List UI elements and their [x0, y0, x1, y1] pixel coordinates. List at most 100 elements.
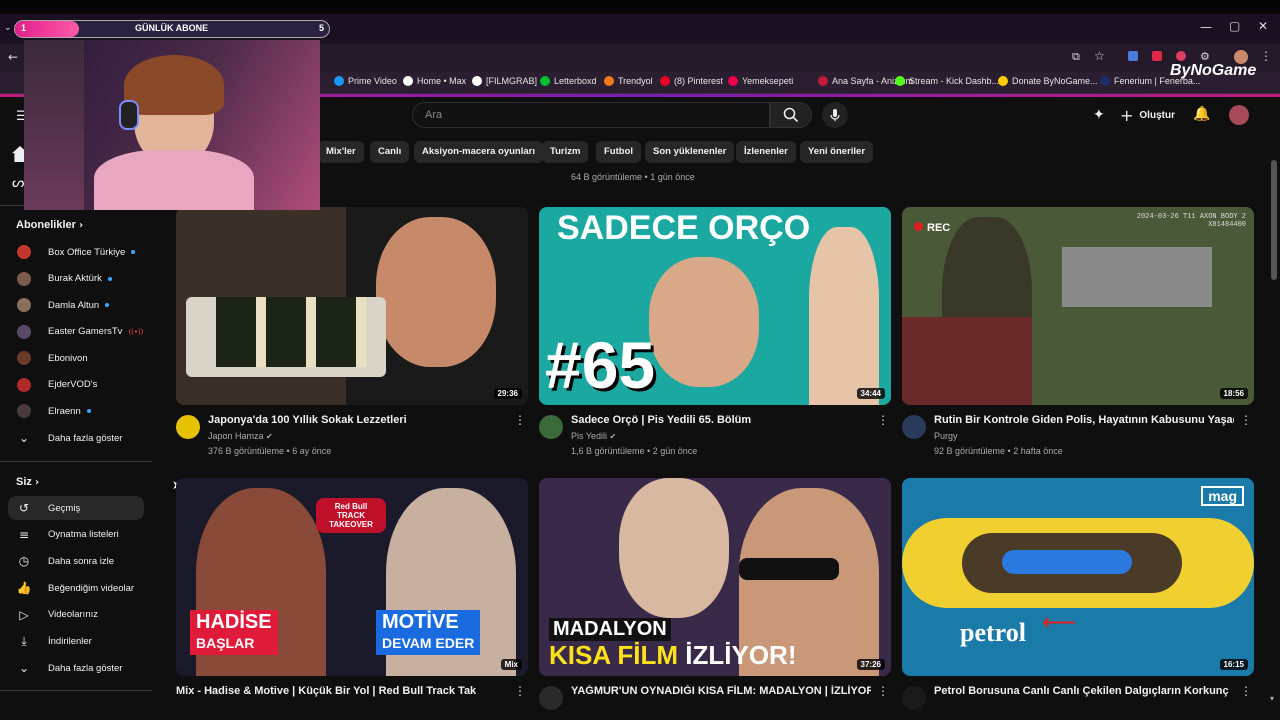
subscriptions-header[interactable]: Abonelikler ›	[16, 219, 83, 231]
video-card[interactable]: MADALYON KISA FİLM İZLİYOR! 37:26 YAĞMUR'UN…	[539, 478, 891, 720]
channel-avatar[interactable]	[176, 415, 200, 439]
subscription-item[interactable]: EjderVOD's	[8, 373, 144, 397]
subscription-item[interactable]: Burak Aktürk	[8, 267, 144, 291]
filter-chip[interactable]: İzlenenler	[736, 141, 796, 163]
channel-avatar[interactable]	[539, 415, 563, 439]
bookmark-item[interactable]: Prime Video	[334, 76, 397, 86]
search-input[interactable]: Ara	[412, 102, 770, 128]
you-item[interactable]: ▷ Videolarınız	[8, 603, 144, 627]
video-card[interactable]: SADECE ORÇO #65 34:44 Sadece Orçö | Pis Yed…	[539, 207, 891, 457]
notifications-bell-icon[interactable]: 🔔	[1193, 106, 1210, 122]
video-title[interactable]: Petrol Borusuna Canlı Canlı Çekilen Dalg…	[934, 685, 1234, 697]
bookmark-item[interactable]: Trendyol	[604, 76, 653, 86]
video-card[interactable]: REC 2024-03-26 T11 AXON BODY 2 X81484400 1…	[902, 207, 1254, 457]
filter-chip[interactable]: Aksiyon-macera oyunları	[414, 141, 543, 163]
rec-indicator: REC	[914, 222, 950, 234]
video-thumbnail[interactable]: 29:36	[176, 207, 528, 405]
clock-icon: ◷	[18, 554, 30, 569]
video-channel[interactable]: Purgy	[934, 431, 958, 441]
filter-chip[interactable]: Yeni öneriler	[800, 141, 874, 163]
bookmark-item[interactable]: Yemeksepeti	[728, 76, 793, 86]
video-channel[interactable]: Japon Hamza ✔	[208, 431, 273, 441]
subscriptions-show-more[interactable]: ⌄ Daha fazla göster	[8, 426, 144, 450]
you-item[interactable]: ⤓ İndirilenler	[8, 630, 144, 654]
plus-icon: +	[1120, 105, 1134, 125]
bookmark-favicon-icon	[818, 76, 828, 86]
video-thumbnail[interactable]: REC 2024-03-26 T11 AXON BODY 2 X81484400 1…	[902, 207, 1254, 405]
shorts-icon[interactable]: ᔕ	[12, 175, 24, 191]
video-title[interactable]: Rutin Bir Kontrole Giden Polis, Hayatını…	[934, 414, 1234, 426]
channel-avatar	[17, 351, 31, 365]
channel-avatar[interactable]	[539, 686, 563, 710]
video-card[interactable]: 29:36 Japonya'da 100 Yıllık Sokak Lezzetl…	[176, 207, 528, 457]
filter-chip[interactable]: Turizm	[542, 141, 589, 163]
minimize-icon[interactable]: —	[1200, 20, 1212, 34]
subscription-item[interactable]: Box Office Türkiye	[8, 240, 144, 264]
video-menu-icon[interactable]: ⋮	[514, 413, 526, 427]
you-item[interactable]: ◷ Daha sonra izle	[8, 549, 144, 573]
star-icon[interactable]: ☆	[1094, 49, 1105, 63]
bookmark-item[interactable]: Donate ByNoGame...	[998, 76, 1098, 86]
channel-avatar[interactable]	[902, 415, 926, 439]
video-title[interactable]: Japonya'da 100 Yıllık Sokak Lezzetleri	[208, 414, 508, 426]
page-scrollbar-thumb[interactable]	[1271, 160, 1277, 280]
cast-icon[interactable]: ✦	[1093, 107, 1105, 123]
video-menu-icon[interactable]: ⋮	[1240, 413, 1252, 427]
video-card[interactable]: mag petrol ⟵ 16:15 Petrol Borusuna Canlı Can…	[902, 478, 1254, 720]
bookmark-item[interactable]: (8) Pinterest	[660, 76, 723, 86]
extension-red-icon[interactable]	[1152, 51, 1162, 61]
subscription-item[interactable]: Ebonivon	[8, 346, 144, 370]
back-icon[interactable]: ←	[8, 50, 18, 64]
bookmark-label: Letterboxd	[554, 76, 597, 86]
extension-pink-icon[interactable]	[1176, 51, 1186, 61]
channel-avatar[interactable]	[902, 686, 926, 710]
video-title[interactable]: YAĞMUR'UN OYNADIĞI KISA FİLM: MADALYON |…	[571, 685, 871, 697]
subscription-item[interactable]: Elraenn	[8, 399, 144, 423]
create-button[interactable]: + Oluştur	[1120, 105, 1175, 125]
subscription-item[interactable]: Easter GamersTv ((•))	[8, 320, 144, 344]
video-thumbnail[interactable]: Red Bull TRACK TAKEOVER HADİSE BAŞLAR MOTİV…	[176, 478, 528, 676]
install-icon[interactable]: ⧉	[1072, 50, 1080, 64]
bookmark-item[interactable]: [FILMGRAB]	[472, 76, 537, 86]
bookmark-item[interactable]: Home • Max	[403, 76, 466, 86]
video-channel[interactable]: Pis Yedili ✔	[571, 431, 616, 441]
browser-menu-icon[interactable]: ⋮	[1260, 49, 1272, 63]
user-avatar[interactable]	[1229, 105, 1249, 125]
extension-translate-icon[interactable]	[1128, 51, 1138, 61]
bookmark-favicon-icon	[998, 76, 1008, 86]
you-show-more[interactable]: ⌄ Daha fazla göster	[8, 656, 144, 680]
maximize-icon[interactable]: ▢	[1229, 19, 1240, 33]
bookmark-label: Yemeksepeti	[742, 76, 794, 86]
you-header[interactable]: Siz ›	[16, 476, 39, 488]
sidebar-divider	[0, 690, 152, 691]
video-menu-icon[interactable]: ⋮	[1240, 684, 1252, 698]
you-item[interactable]: ↺ Geçmiş	[8, 496, 144, 520]
video-menu-icon[interactable]: ⋮	[877, 684, 889, 698]
filter-chip[interactable]: Canlı	[370, 141, 410, 163]
video-menu-icon[interactable]: ⋮	[514, 684, 526, 698]
video-title[interactable]: Sadece Orçö | Pis Yedili 65. Bölüm	[571, 414, 871, 426]
video-card[interactable]: Red Bull TRACK TAKEOVER HADİSE BAŞLAR MOTİV…	[176, 478, 528, 720]
video-thumbnail[interactable]: mag petrol ⟵ 16:15	[902, 478, 1254, 676]
video-title[interactable]: Mix - Hadise & Motive | Küçük Bir Yol | …	[176, 685, 476, 697]
you-item[interactable]: ≡ Oynatma listeleri	[8, 523, 144, 547]
bookmark-item[interactable]: Stream - Kick Dashb...	[895, 76, 999, 86]
subscription-label: Elraenn	[48, 405, 81, 417]
thumb-car	[902, 317, 1032, 405]
scroll-down-icon[interactable]: ▾	[1270, 694, 1274, 703]
video-thumbnail[interactable]: SADECE ORÇO #65 34:44	[539, 207, 891, 405]
filter-chip[interactable]: Futbol	[596, 141, 642, 163]
video-menu-icon[interactable]: ⋮	[877, 413, 889, 427]
video-thumbnail[interactable]: MADALYON KISA FİLM İZLİYOR! 37:26	[539, 478, 891, 676]
bookmark-label: Prime Video	[348, 76, 397, 86]
search-button[interactable]	[770, 102, 812, 128]
filter-chip[interactable]: Son yüklenenler	[645, 141, 735, 163]
voice-search-button[interactable]	[822, 102, 848, 128]
you-item[interactable]: 👍 Beğendiğim videolar	[8, 576, 144, 600]
channel-avatar	[17, 245, 31, 259]
subscription-label: Burak Aktürk	[48, 273, 102, 284]
filter-chip[interactable]: Mix'ler	[318, 141, 364, 163]
bookmark-item[interactable]: Letterboxd	[540, 76, 597, 86]
subscription-item[interactable]: Damla Altun	[8, 293, 144, 317]
close-icon[interactable]: ✕	[1258, 19, 1268, 33]
